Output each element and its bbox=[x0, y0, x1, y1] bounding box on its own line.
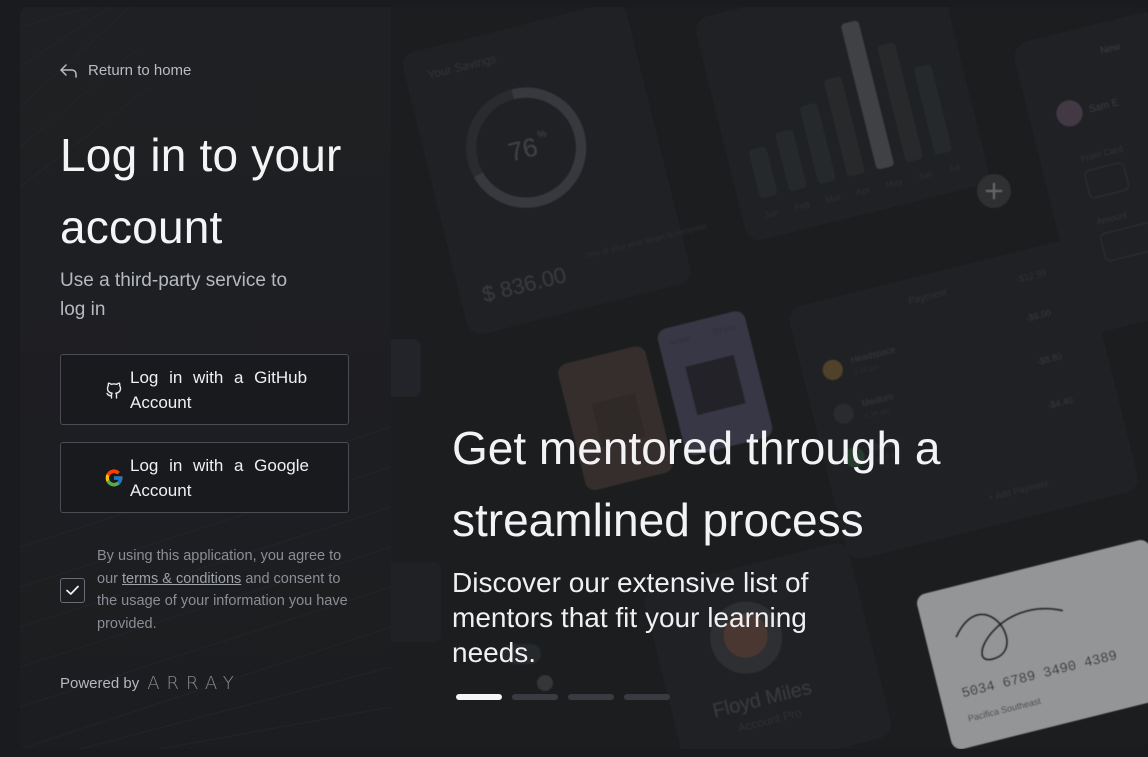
github-icon bbox=[99, 380, 129, 400]
checkmark-icon bbox=[66, 585, 79, 595]
hero-description: Discover our extensive list of mentors t… bbox=[452, 567, 809, 668]
login-panel: Return to home Log in to your account Us… bbox=[20, 7, 391, 749]
consent-text: By using this application, you agree to … bbox=[97, 545, 357, 636]
powered-by-label: Powered by bbox=[60, 675, 140, 692]
carousel-indicators bbox=[456, 694, 670, 700]
return-home-link[interactable]: Return to home bbox=[60, 62, 191, 79]
github-login-label: Log in with a GitHub Account bbox=[130, 367, 308, 412]
consent-checkbox[interactable] bbox=[60, 578, 85, 603]
carousel-dot-1[interactable] bbox=[456, 694, 502, 700]
google-login-label: Log in with a Google Account bbox=[130, 455, 309, 500]
login-window: Return to home Log in to your account Us… bbox=[20, 7, 1148, 749]
github-login-button[interactable]: Log in with a GitHub Account bbox=[60, 354, 349, 425]
google-icon bbox=[99, 468, 129, 488]
hero-panel: Your Savings 76 % $ 836.00 76% of your y… bbox=[391, 7, 1148, 749]
google-login-button[interactable]: Log in with a Google Account bbox=[60, 442, 349, 513]
page-subtitle: Use a third-party service to log in bbox=[60, 270, 288, 320]
return-home-label: Return to home bbox=[88, 62, 192, 79]
powered-by: Powered by ARRAY bbox=[60, 673, 241, 694]
back-arrow-icon bbox=[60, 63, 77, 78]
terms-link[interactable]: terms & conditions bbox=[122, 571, 241, 587]
carousel-dot-4[interactable] bbox=[624, 694, 670, 700]
page-title: Log in to your account bbox=[60, 129, 342, 253]
hero-title: Get mentored through a streamlined proce… bbox=[452, 422, 941, 546]
array-logo: ARRAY bbox=[147, 673, 241, 694]
carousel-dot-3[interactable] bbox=[568, 694, 614, 700]
carousel-dot-2[interactable] bbox=[512, 694, 558, 700]
